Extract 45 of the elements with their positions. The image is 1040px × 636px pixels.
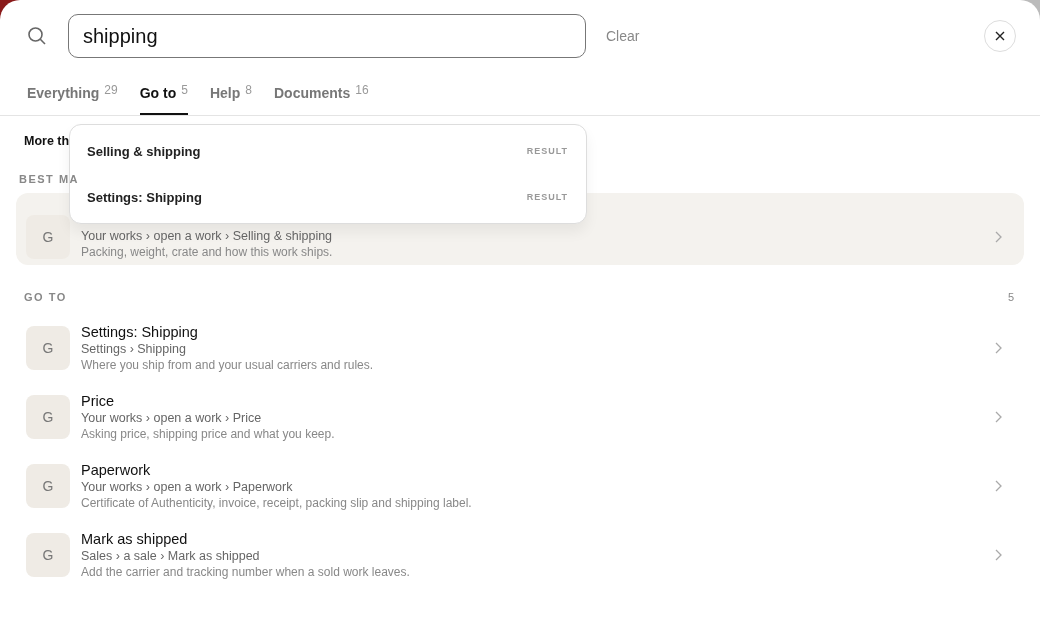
tab[interactable]: Documents $^{16}$ bbox=[274, 83, 369, 115]
close-button[interactable] bbox=[984, 20, 1016, 52]
item-description: Certificate of Authenticity, invoice, receipt, packing slip and shipping label. bbox=[81, 495, 473, 510]
chevron-icon bbox=[995, 341, 1002, 354]
search-field[interactable]: shipping bbox=[68, 14, 586, 58]
avatar: G bbox=[26, 463, 70, 508]
breadcrumb: Your works › open a work › Paperwork bbox=[81, 479, 294, 494]
clear-button[interactable]: Clear bbox=[604, 26, 642, 46]
result-tag: RESULT bbox=[526, 192, 568, 202]
result-item[interactable]: G Paperwork Your works › open a work › Paperwork Certificate of Authenticity, invoice, receipt, packing slip and shipping label. bbox=[16, 451, 1024, 520]
section-heading: BEST MA bbox=[19, 173, 79, 185]
avatar: G bbox=[26, 394, 70, 439]
search-icon bbox=[27, 26, 47, 46]
result-count: 5 bbox=[1007, 291, 1014, 303]
close-icon bbox=[994, 30, 1006, 42]
item-description: Packing, weight, crate and how this work ships. bbox=[81, 245, 334, 259]
tab[interactable]: Everything $^{29}$ bbox=[27, 83, 118, 115]
result-item[interactable]: G Settings: Shipping Settings › Shipping Where you ship from and your usual carriers and rules. bbox=[16, 313, 1024, 382]
breadcrumb: Settings › Shipping bbox=[81, 341, 187, 356]
notice-text: More th bbox=[23, 134, 70, 148]
item-description: Where you ship from and your usual carriers and rules. bbox=[81, 357, 375, 372]
item-title: Paperwork bbox=[81, 461, 152, 478]
item-description: Asking price, shipping price and what you keep. bbox=[81, 426, 336, 441]
avatar: G bbox=[26, 532, 70, 577]
tab[interactable]: Go to $^{5}$ bbox=[139, 83, 188, 115]
avatar: G bbox=[26, 215, 70, 259]
chevron-icon bbox=[995, 231, 1002, 243]
breadcrumb: Sales › a sale › Mark as shipped bbox=[81, 548, 261, 563]
item-title: Settings: Shipping bbox=[81, 323, 199, 340]
suggestion-item[interactable]: Selling & shipping RESULT bbox=[70, 128, 586, 174]
section-heading: GO TO bbox=[24, 291, 67, 303]
breadcrumb: Your works › open a work › Price bbox=[81, 410, 263, 425]
suggestion-label: Selling & shipping bbox=[87, 143, 201, 159]
result-tag: RESULT bbox=[526, 146, 568, 156]
avatar: G bbox=[26, 325, 70, 370]
item-title: Mark as shipped bbox=[81, 530, 189, 547]
item-description: Add the carrier and tracking number when a sold work leaves. bbox=[81, 564, 411, 579]
chevron-icon bbox=[995, 479, 1002, 492]
result-item[interactable]: G Mark as shipped Sales › a sale › Mark as shipped Add the carrier and tracking number when a sold work leaves. bbox=[16, 520, 1024, 589]
tab[interactable]: Help $^{8}$ bbox=[209, 83, 252, 115]
result-item[interactable]: G Price Your works › open a work › Price Asking price, shipping price and what you keep. bbox=[16, 382, 1024, 451]
chevron-icon bbox=[995, 410, 1002, 423]
breadcrumb: Your works › open a work › Selling & shipping bbox=[81, 229, 334, 243]
item-title: Price bbox=[81, 392, 116, 409]
chevron-icon bbox=[995, 548, 1002, 561]
